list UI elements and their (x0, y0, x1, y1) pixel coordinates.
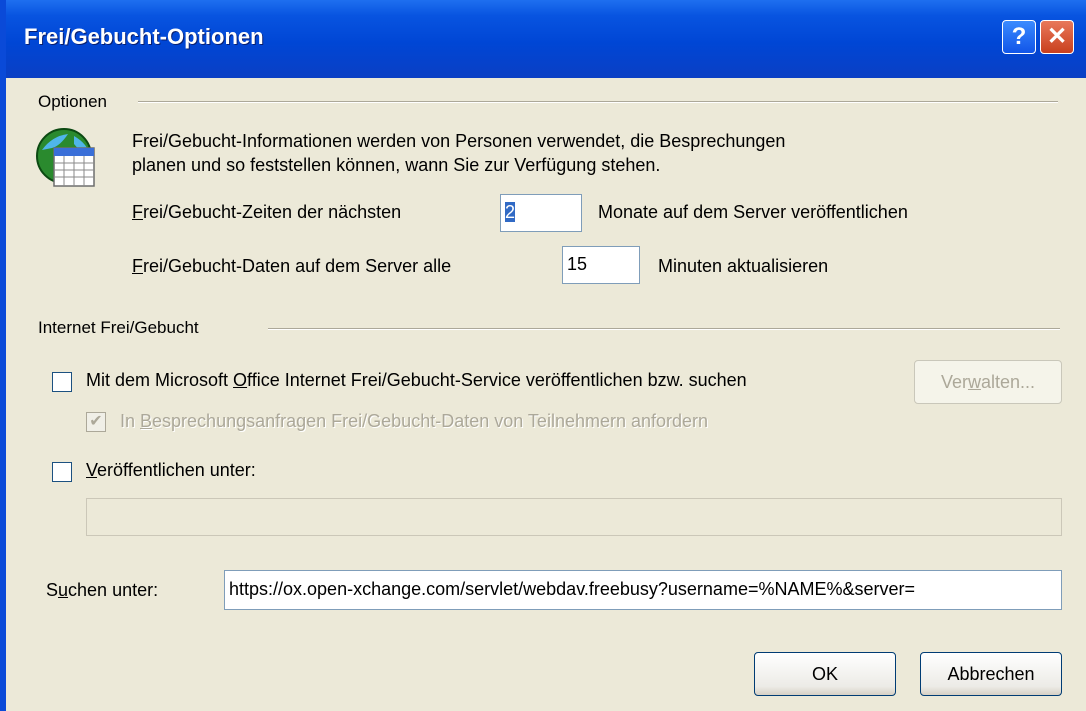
title-bar[interactable]: Frei/Gebucht-Optionen ? ✕ (6, 0, 1086, 78)
description-line-1: Frei/Gebucht-Informationen werden von Pe… (132, 131, 786, 151)
optionen-divider (138, 101, 1058, 103)
window-title: Frei/Gebucht-Optionen (24, 24, 264, 49)
request-label-b: esprechungsanfragen Frei/Gebucht-Daten v… (152, 411, 709, 431)
publish-ms-label[interactable]: Mit dem Microsoft Office Internet Frei/G… (86, 370, 747, 391)
window-left-border (0, 0, 6, 711)
description-line-2: planen und so feststellen können, wann S… (132, 155, 661, 175)
ok-button[interactable]: OK (754, 652, 896, 696)
months-input[interactable]: 2 (500, 194, 582, 232)
close-button[interactable]: ✕ (1040, 20, 1074, 54)
calendar-globe-icon (36, 128, 95, 187)
publish-at-label-accel: V (86, 460, 98, 480)
months-label-accel: F (132, 202, 143, 222)
interval-label-accel: F (132, 256, 143, 276)
publish-ms-label-a: Mit dem Microsoft (86, 370, 234, 390)
manage-label-a: Ver (940, 372, 968, 392)
request-freebusy-checkbox[interactable]: ✔ (86, 412, 106, 432)
publish-at-checkbox[interactable] (52, 462, 72, 482)
months-label: Frei/Gebucht-Zeiten der nächsten (132, 202, 401, 223)
search-label-accel: u (58, 580, 69, 600)
interval-suffix: Minuten aktualisieren (658, 256, 829, 276)
search-label-b: chen unter: (68, 580, 159, 600)
search-at-input[interactable]: https://ox.open-xchange.com/servlet/webd… (224, 570, 1062, 610)
request-label-a: In (120, 411, 141, 431)
request-freebusy-label[interactable]: In Besprechungsanfragen Frei/Gebucht-Dat… (120, 411, 708, 432)
publish-at-label[interactable]: Veröffentlichen unter: (86, 460, 256, 481)
publish-ms-label-b: ffice Internet Frei/Gebucht-Service verö… (247, 370, 747, 390)
publish-at-label-text: eröffentlichen unter: (97, 460, 256, 480)
months-value: 2 (505, 202, 516, 222)
optionen-group-label: Optionen (38, 92, 107, 111)
request-label-accel: B (140, 411, 153, 431)
manage-button[interactable]: Verwalten... (914, 360, 1062, 404)
internet-divider (268, 328, 1060, 330)
months-suffix: Monate auf dem Server veröffentlichen (598, 202, 908, 222)
manage-label-accel: w (967, 372, 981, 392)
interval-input[interactable]: 15 (562, 246, 640, 284)
manage-label-b: alten... (980, 372, 1036, 392)
interval-label-text: rei/Gebucht-Daten auf dem Server alle (143, 256, 452, 276)
months-label-text: rei/Gebucht-Zeiten der nächsten (143, 202, 402, 222)
publish-ms-label-accel: O (233, 370, 248, 390)
interval-label: Frei/Gebucht-Daten auf dem Server alle (132, 256, 451, 277)
search-at-label: Suchen unter: (46, 580, 158, 601)
help-button[interactable]: ? (1002, 20, 1036, 54)
publish-ms-checkbox[interactable] (52, 372, 72, 392)
internet-group-label: Internet Frei/Gebucht (38, 318, 199, 337)
cancel-button[interactable]: Abbrechen (920, 652, 1062, 696)
search-label-a: S (46, 580, 59, 600)
publish-at-input[interactable] (86, 498, 1062, 536)
